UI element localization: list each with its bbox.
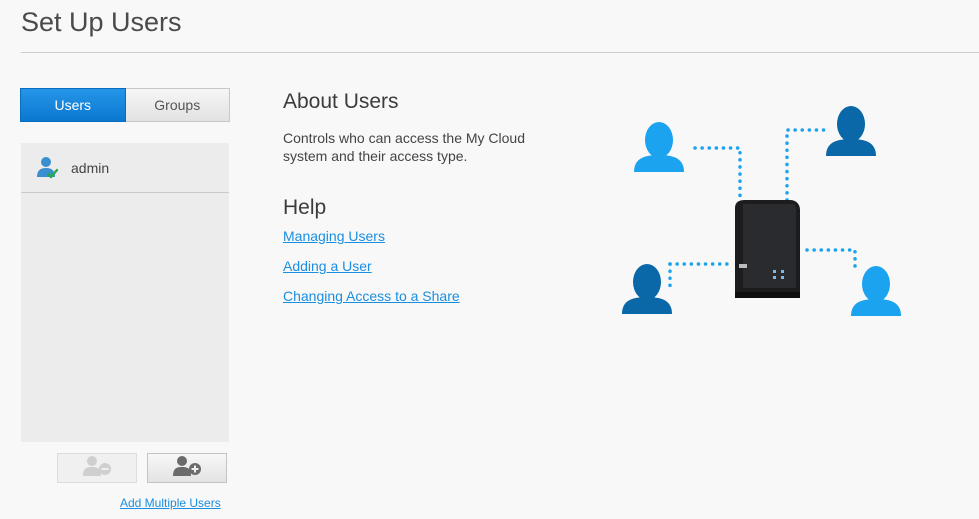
user-add-icon <box>171 455 203 482</box>
user-list: admin <box>21 143 229 442</box>
about-text: Controls who can access the My Cloud sys… <box>283 130 525 164</box>
help-link-changing-access[interactable]: Changing Access to a Share <box>283 288 460 304</box>
help-link-managing-users[interactable]: Managing Users <box>283 228 385 244</box>
tab-users[interactable]: Users <box>20 88 126 122</box>
users-groups-tabs: Users Groups <box>20 88 230 122</box>
page-title: Set Up Users <box>21 7 182 37</box>
user-remove-icon <box>81 455 113 482</box>
about-title: About Users <box>283 90 399 113</box>
user-check-icon <box>35 155 61 181</box>
add-multiple-users-link[interactable]: Add Multiple Users <box>120 496 221 510</box>
user-list-item[interactable]: admin <box>21 143 229 193</box>
person-icon <box>634 122 684 172</box>
remove-user-button[interactable] <box>57 453 137 483</box>
help-title: Help <box>283 196 327 219</box>
title-divider <box>21 52 979 53</box>
person-icon <box>622 264 672 314</box>
tab-groups[interactable]: Groups <box>125 88 230 122</box>
users-network-illustration <box>622 106 901 316</box>
nas-device-icon <box>735 200 800 298</box>
add-user-button[interactable] <box>147 453 227 483</box>
person-icon <box>826 106 876 156</box>
person-icon <box>851 266 901 316</box>
help-link-adding-user[interactable]: Adding a User <box>283 258 372 274</box>
user-name: admin <box>71 159 110 176</box>
